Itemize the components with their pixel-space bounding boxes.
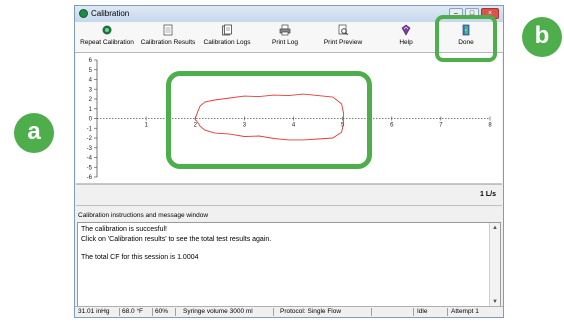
calibration-logs-button[interactable]: Calibration Logs (202, 24, 252, 46)
y-tick-label: -5 (87, 165, 93, 171)
status-divider (175, 308, 176, 316)
y-tick-label: -6 (87, 175, 93, 181)
y-tick-label: -1 (87, 126, 93, 132)
status-temperature: 68.0 °F (122, 308, 144, 315)
y-tick-label: -3 (87, 146, 93, 152)
print-preview-icon (338, 24, 349, 36)
status-divider (447, 308, 448, 316)
x-tick-label: 1 (144, 123, 148, 129)
calibration-results-button[interactable]: Calibration Results (139, 24, 197, 46)
status-divider (273, 308, 274, 316)
callout-b-badge: b (522, 17, 562, 57)
y-tick-label: 2 (89, 97, 93, 103)
y-tick-label: 0 (89, 117, 93, 123)
printer-icon (279, 24, 291, 36)
logs-icon (222, 24, 232, 36)
flow-scale-label: 1 L/s (480, 191, 496, 198)
document-icon (163, 24, 173, 36)
status-divider (152, 308, 153, 316)
status-protocol: Protocol: Single Flow (280, 308, 342, 315)
print-log-button[interactable]: Print Log (265, 24, 305, 46)
status-state: Idle (417, 308, 428, 315)
status-attempt: Attempt 1 (451, 308, 479, 315)
repeat-calibration-label: Repeat Calibration (80, 39, 134, 46)
y-tick-label: 6 (89, 58, 93, 64)
status-divider (413, 308, 414, 316)
y-tick-label: 5 (89, 68, 93, 74)
y-tick-label: 4 (89, 78, 93, 84)
y-tick-label: -4 (87, 156, 93, 162)
y-tick-label: 1 (89, 107, 93, 113)
record-icon (102, 25, 112, 35)
repeat-calibration-button[interactable]: Repeat Calibration (79, 24, 135, 46)
message-window-header: Calibration instructions and message win… (78, 212, 209, 219)
flow-scale-bar: 1 L/s (76, 184, 502, 206)
help-button[interactable]: Help (391, 24, 421, 46)
status-bar: 31.01 inHg 68.0 °F 60% Syringe volume 30… (75, 306, 503, 317)
y-tick-label: 3 (89, 87, 93, 93)
done-highlight-box (435, 15, 497, 62)
message-scrollbar[interactable]: ▲ ▼ (489, 223, 500, 307)
y-tick-label: -2 (87, 136, 93, 142)
status-divider (119, 308, 120, 316)
status-divider (371, 308, 372, 316)
x-tick-label: 8 (488, 123, 492, 129)
help-label: Help (399, 39, 413, 46)
calibration-results-label: Calibration Results (140, 39, 196, 46)
print-preview-label: Print Preview (323, 39, 363, 46)
window-title: Calibration (91, 9, 130, 18)
print-log-label: Print Log (271, 39, 299, 46)
message-line: Click on 'Calibration results' to see th… (81, 236, 272, 243)
plot-highlight-box (166, 71, 372, 169)
message-line: The total CF for this session is 1.0004 (81, 254, 199, 261)
callout-a-badge: a (14, 113, 54, 153)
calibration-logs-label: Calibration Logs (203, 39, 251, 46)
status-humidity: 60% (155, 308, 169, 315)
help-book-icon (401, 24, 411, 36)
message-window[interactable]: The calibration is succesful! Click on '… (77, 222, 501, 308)
app-icon (79, 9, 88, 18)
message-line: The calibration is succesful! (81, 226, 167, 233)
x-tick-label: 6 (390, 123, 394, 129)
print-preview-button[interactable]: Print Preview (320, 24, 366, 46)
status-syringe-volume: Syringe volume 3000 ml (183, 308, 253, 315)
status-pressure: 31.01 inHg (78, 308, 110, 315)
scroll-up-arrow-icon[interactable]: ▲ (490, 223, 500, 233)
x-tick-label: 7 (439, 123, 443, 129)
